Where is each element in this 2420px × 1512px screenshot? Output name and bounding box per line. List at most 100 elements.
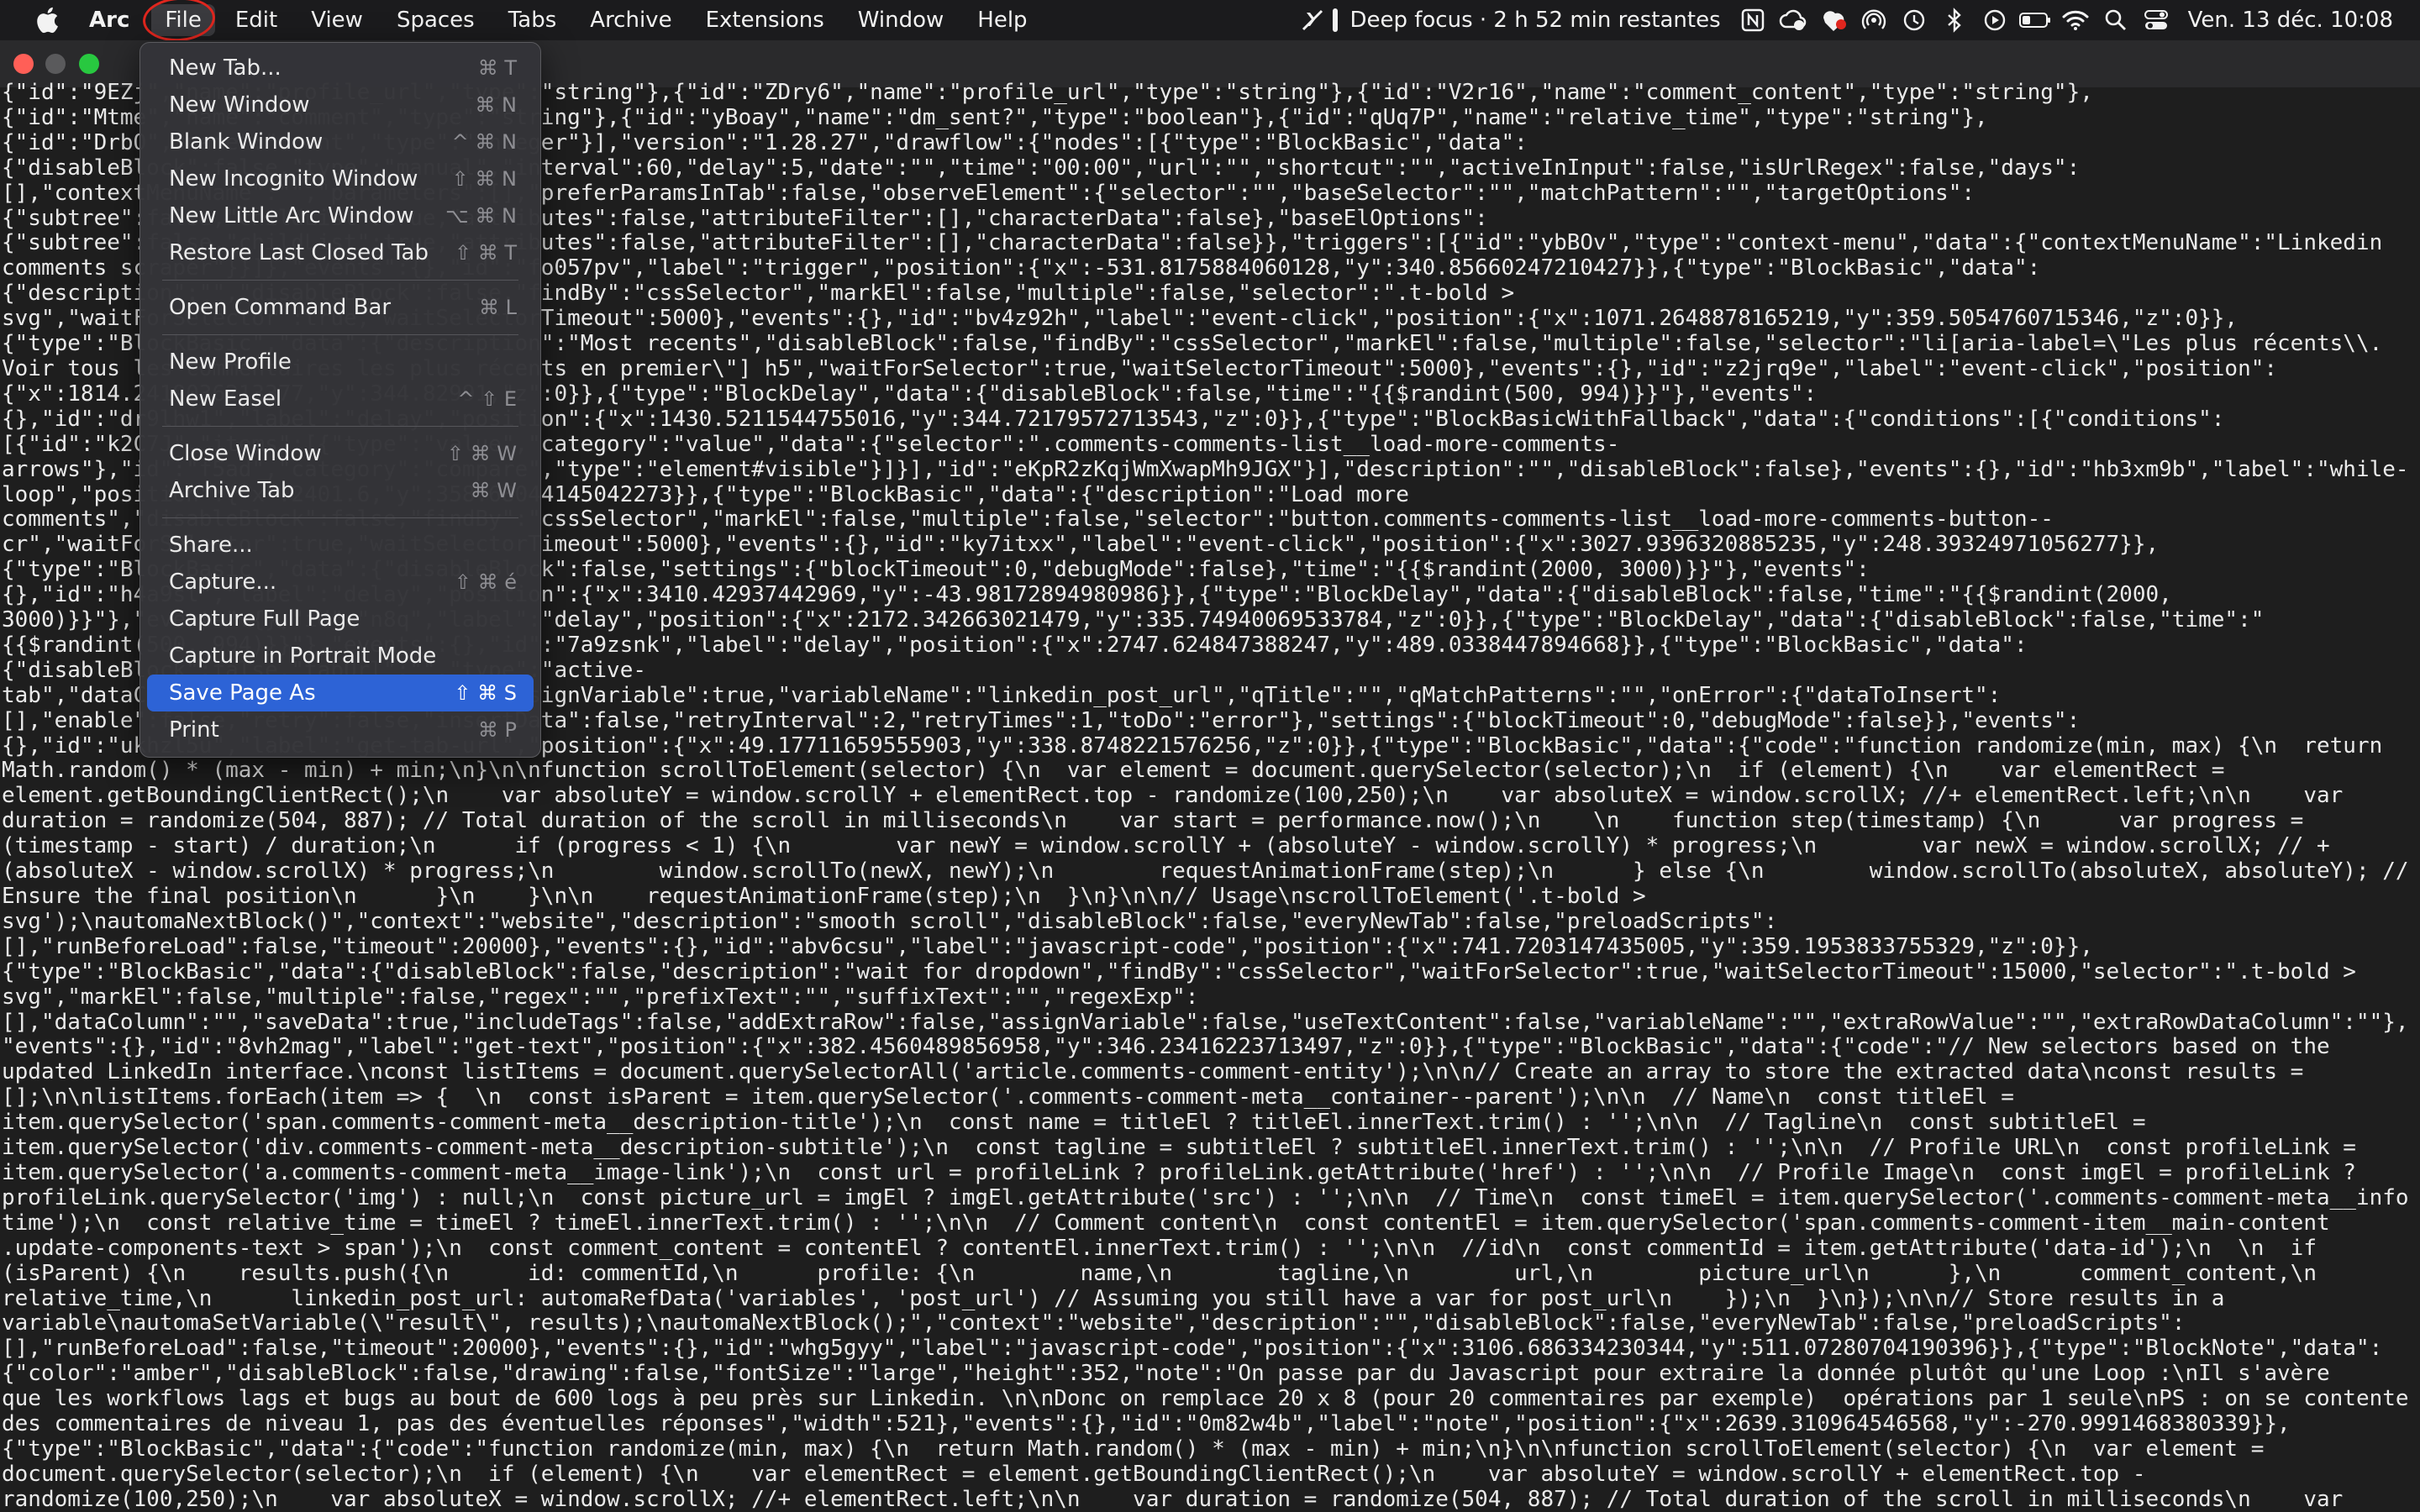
search-icon[interactable]: [2096, 0, 2136, 40]
menu-item-label: Share...: [169, 533, 253, 558]
menu-extensions[interactable]: Extensions: [689, 0, 841, 40]
menu-archive[interactable]: Archive: [573, 0, 688, 40]
menu-item-shortcut: ^ ⌘ N: [451, 130, 517, 154]
zoom-window-button[interactable]: [79, 54, 99, 74]
menu-item-label: Capture Full Page: [169, 606, 360, 632]
menu-item-new-incognito-window[interactable]: New Incognito Window ⇧ ⌘ N: [147, 160, 534, 197]
menu-item-shortcut: ⇧ ⌘ W: [446, 442, 517, 465]
menu-view[interactable]: View: [294, 0, 380, 40]
apple-icon[interactable]: [27, 0, 67, 40]
menu-item-label: New Profile: [169, 349, 292, 375]
close-window-button[interactable]: [13, 54, 34, 74]
menu-item-shortcut: ⇧ ⌘ T: [454, 241, 517, 265]
menu-item-new-little-arc-window[interactable]: New Little Arc Window ⌥ ⌘ N: [147, 197, 534, 234]
menu-item-shortcut: ^ ⇧ E: [457, 387, 517, 411]
menu-item-shortcut: ⌘ W: [470, 479, 517, 502]
menu-separator: [162, 334, 518, 335]
menu-item-shortcut: ⌘ N: [475, 93, 517, 117]
code-line: profileLink.querySelector('img') : null;…: [2, 1184, 2409, 1210]
menu-item-label: New Incognito Window: [169, 166, 418, 192]
code-line: item.querySelector('div.comments-comment…: [2, 1135, 2356, 1161]
menu-bar: Arc File Edit View Spaces Tabs Archive E…: [0, 0, 2420, 44]
menu-item-label: Save Page As: [169, 680, 316, 706]
code-line: time');\n const relative_time = timeEl ?…: [2, 1210, 2330, 1236]
code-line: [],"dataColumn":"","saveData":true,"incl…: [2, 1009, 2409, 1035]
control-center-icon[interactable]: [2136, 0, 2176, 40]
menu-item-shortcut: ⌥ ⌘ N: [445, 204, 517, 228]
menu-item-shortcut: ⌘ L: [479, 296, 517, 319]
menu-tabs[interactable]: Tabs: [492, 0, 574, 40]
focus-status[interactable]: Deep focus · 2 h 52 min restantes: [1333, 8, 1721, 33]
menu-item-shortcut: ⇧ ⌘ é: [454, 570, 517, 594]
code-line: {"color":"amber","disableBlock":false,"d…: [2, 1361, 2330, 1387]
menu-item-close-window[interactable]: Close Window ⇧ ⌘ W: [147, 435, 534, 472]
code-line: duration = randomize(504, 887); // Total…: [2, 808, 2304, 834]
code-line: element.getBoundingClientRect();\n var a…: [2, 783, 2344, 809]
airdrop-icon[interactable]: [1854, 0, 1894, 40]
menu-window[interactable]: Window: [841, 0, 961, 40]
menu-item-label: Archive Tab: [169, 478, 295, 503]
menu-item-open-command-bar[interactable]: Open Command Bar ⌘ L: [147, 289, 534, 326]
shortcut-ban-icon[interactable]: [1292, 0, 1333, 40]
battery-icon[interactable]: [2015, 0, 2055, 40]
code-line: (absoluteX - window.scrollX) * progress;…: [2, 858, 2409, 885]
menu-item-label: New Window: [169, 92, 310, 118]
code-line: {"type":"BlockBasic","data":{"code":"fun…: [2, 1436, 2265, 1462]
code-line: variable\nautomaSetVariable(\"result\", …: [2, 1310, 2186, 1336]
menu-item-print[interactable]: Print ⌘ P: [147, 711, 534, 748]
focus-status-text: Deep focus · 2 h 52 min restantes: [1349, 8, 1721, 33]
menu-spaces[interactable]: Spaces: [380, 0, 492, 40]
minimize-window-button[interactable]: [45, 54, 66, 74]
menu-item-label: Print: [169, 717, 219, 743]
code-line: {"type":"BlockBasic","data":{"disableBlo…: [2, 958, 2356, 984]
menu-item-capture-full-page[interactable]: Capture Full Page: [147, 601, 534, 638]
menu-item-label: Blank Window: [169, 129, 324, 155]
menu-item-new-tab[interactable]: New Tab... ⌘ T: [147, 50, 534, 87]
code-line: updated LinkedIn interface.\nconst listI…: [2, 1059, 2304, 1085]
code-line: document.querySelector(selector);\n if (…: [2, 1461, 2146, 1487]
menu-item-label: Open Command Bar: [169, 295, 392, 320]
cloud-sync-icon[interactable]: [1773, 0, 1813, 40]
code-line: (isParent) {\n results.push({\n id: comm…: [2, 1260, 2317, 1286]
menu-edit[interactable]: Edit: [218, 0, 294, 40]
menu-item-label: Restore Last Closed Tab: [169, 240, 429, 265]
code-line: (timestamp - start) / duration;\n if (pr…: [2, 833, 2330, 859]
menu-item-new-window[interactable]: New Window ⌘ N: [147, 87, 534, 123]
menu-item-capture-in-portrait-mode[interactable]: Capture in Portrait Mode: [147, 638, 534, 675]
wifi-icon[interactable]: [2055, 0, 2096, 40]
menu-help[interactable]: Help: [960, 0, 1044, 40]
time-machine-icon[interactable]: [1894, 0, 1934, 40]
menu-item-capture[interactable]: Capture... ⇧ ⌘ é: [147, 564, 534, 601]
code-line: relative_time,\n linkedin_post_url: auto…: [2, 1285, 2225, 1311]
menu-item-label: Capture in Portrait Mode: [169, 643, 437, 669]
code-line: svg');\nautomaNextBlock()","context":"we…: [2, 908, 1778, 934]
menu-item-blank-window[interactable]: Blank Window ^ ⌘ N: [147, 123, 534, 160]
menu-item-label: New Tab...: [169, 55, 281, 81]
code-line: des commentaires de niveau 1, pas des év…: [2, 1411, 2291, 1437]
menu-app-name[interactable]: Arc: [67, 0, 148, 40]
menu-item-save-page-as[interactable]: Save Page As ⇧ ⌘ S: [147, 675, 534, 711]
menu-bar-left: Arc File Edit View Spaces Tabs Archive E…: [0, 0, 1044, 44]
red-circle-annotation: [141, 0, 218, 44]
now-playing-icon[interactable]: [1975, 0, 2015, 40]
menu-item-shortcut: ⇧ ⌘ S: [454, 681, 517, 705]
code-line: [];\n\nlistItems.forEach(item => { \n co…: [2, 1084, 2014, 1110]
menu-item-restore-last-closed-tab[interactable]: Restore Last Closed Tab ⇧ ⌘ T: [147, 234, 534, 271]
menu-item-share[interactable]: Share...: [147, 527, 534, 564]
menu-item-shortcut: ⇧ ⌘ N: [451, 167, 517, 191]
menu-bar-clock[interactable]: Ven. 13 déc. 10:08: [2176, 8, 2420, 33]
menu-item-label: Capture...: [169, 570, 277, 595]
bluetooth-icon[interactable]: [1934, 0, 1975, 40]
menu-item-new-profile[interactable]: New Profile: [147, 344, 534, 381]
menu-item-new-easel[interactable]: New Easel ^ ⇧ E: [147, 381, 534, 417]
notion-icon[interactable]: [1733, 0, 1773, 40]
menu-item-shortcut: ⌘ P: [477, 718, 517, 742]
code-line: Ensure the final position\n }\n }\n\n re…: [2, 884, 1646, 909]
code-line: Math.random() * (max - min) + min;\n}\n\…: [2, 758, 2225, 784]
recording-icon[interactable]: [1813, 0, 1854, 40]
code-line: svg","markEl":false,"multiple":false,"re…: [2, 984, 1199, 1010]
code-line: randomize(100,250);\n var absoluteX = wi…: [2, 1486, 2344, 1512]
menu-item-archive-tab[interactable]: Archive Tab ⌘ W: [147, 472, 534, 509]
menu-file[interactable]: File: [141, 0, 218, 44]
focus-indicator-icon: [1333, 8, 1339, 32]
